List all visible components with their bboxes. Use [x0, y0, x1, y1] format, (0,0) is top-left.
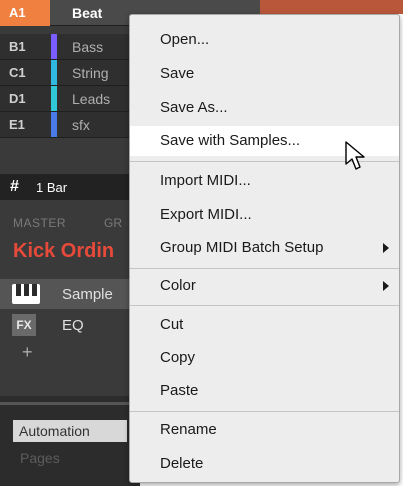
fx-icon: FX — [12, 314, 36, 336]
header-strip-accent — [260, 0, 403, 14]
menu-item-label: Group MIDI Batch Setup — [160, 239, 324, 256]
group-row-c1[interactable]: C1 String — [0, 60, 140, 86]
menu-item-export-midi[interactable]: Export MIDI... — [130, 200, 399, 230]
submenu-arrow-icon — [383, 243, 389, 253]
menu-item-label: Copy — [160, 349, 196, 366]
tab-group[interactable]: GR — [104, 216, 122, 230]
menu-item-color[interactable]: Color — [130, 271, 399, 301]
automation-tab[interactable]: Automation — [13, 420, 127, 442]
group-name: sfx — [72, 117, 90, 133]
tab-master[interactable]: MASTER — [13, 216, 66, 230]
menu-item-label: Rename — [160, 421, 217, 438]
menu-item-save-as[interactable]: Save As... — [130, 93, 399, 123]
add-module-icon[interactable]: + — [22, 342, 33, 363]
hash-icon: # — [10, 178, 19, 195]
group-name: Beat — [72, 5, 103, 21]
menu-item-label: Color — [160, 277, 196, 294]
group-row-e1[interactable]: E1 sfx — [0, 112, 140, 138]
menu-item-label: Delete — [160, 455, 204, 472]
group-name: Bass — [72, 39, 104, 55]
group-color-bar — [51, 34, 57, 59]
menu-separator — [130, 305, 399, 306]
group-slot-label: C1 — [9, 65, 26, 80]
menu-item-label: Open... — [160, 31, 210, 48]
header-strip — [140, 0, 260, 14]
left-panel: A1 Beat B1 Bass C1 String D1 Leads E1 sf… — [0, 0, 140, 486]
group-color-bar — [51, 112, 57, 137]
menu-item-label: Cut — [160, 316, 184, 333]
module-label: Sample — [62, 286, 113, 303]
menu-item-label: Paste — [160, 382, 199, 399]
module-label: EQ — [62, 317, 84, 334]
pages-tab[interactable]: Pages — [20, 450, 60, 466]
module-slot-sample[interactable]: Sample — [0, 279, 140, 309]
menu-item-cut[interactable]: Cut — [130, 310, 399, 340]
menu-item-delete[interactable]: Delete — [130, 449, 399, 479]
sound-name: Kick Ordin — [13, 240, 115, 262]
menu-separator — [130, 411, 399, 412]
menu-item-rename[interactable]: Rename — [130, 415, 399, 445]
group-slot-label: D1 — [9, 91, 26, 106]
menu-item-label: Export MIDI... — [160, 206, 252, 223]
group-color-bar — [51, 60, 57, 85]
group-name: Leads — [72, 91, 111, 107]
pattern-length-value: 1 Bar — [36, 180, 68, 195]
group-row-a1[interactable]: A1 Beat — [0, 0, 140, 26]
group-color-bar — [51, 86, 57, 111]
divider — [0, 402, 140, 405]
group-row-d1[interactable]: D1 Leads — [0, 86, 140, 112]
group-slot-label: A1 — [9, 5, 26, 20]
piano-keys-icon — [12, 284, 40, 304]
menu-item-open[interactable]: Open... — [130, 25, 399, 55]
context-menu: Open... Save Save As... Save with Sample… — [129, 14, 400, 483]
pattern-length[interactable]: # 1 Bar — [0, 174, 140, 200]
menu-item-label: Import MIDI... — [160, 172, 251, 189]
group-slot-label: E1 — [9, 117, 25, 132]
group-slot-label: B1 — [9, 39, 26, 54]
mouse-pointer-icon — [345, 141, 365, 170]
group-name: String — [72, 65, 109, 81]
menu-item-group-midi-batch-setup[interactable]: Group MIDI Batch Setup — [130, 233, 399, 263]
menu-separator — [130, 268, 399, 269]
menu-item-paste[interactable]: Paste — [130, 376, 399, 406]
menu-item-copy[interactable]: Copy — [130, 343, 399, 373]
menu-item-label: Save — [160, 65, 195, 82]
group-row-b1[interactable]: B1 Bass — [0, 34, 140, 60]
submenu-arrow-icon — [383, 281, 389, 291]
menu-item-label: Save with Samples... — [160, 132, 301, 149]
module-slot-eq[interactable]: FX EQ — [0, 310, 140, 340]
menu-item-label: Save As... — [160, 99, 228, 116]
menu-item-save[interactable]: Save — [130, 59, 399, 89]
